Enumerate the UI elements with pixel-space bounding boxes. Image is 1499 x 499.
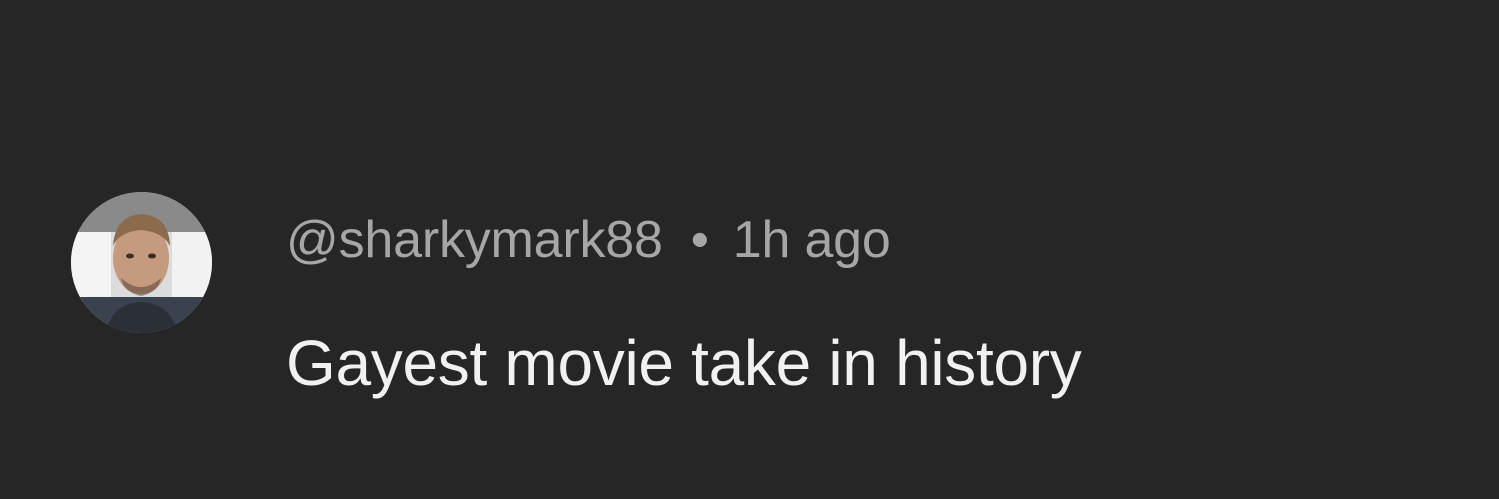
meta-separator: • xyxy=(690,211,709,269)
username-link[interactable]: @sharkymark88 xyxy=(286,210,663,270)
comment-text: Gayest movie take in history xyxy=(286,327,1082,399)
comment-item: @sharkymark88 • 1h ago Gayest movie take… xyxy=(0,0,1499,499)
comment-meta: @sharkymark88 • 1h ago xyxy=(286,208,891,272)
avatar-photo-icon xyxy=(71,192,212,333)
avatar[interactable] xyxy=(71,192,212,333)
timestamp: 1h ago xyxy=(732,211,891,269)
